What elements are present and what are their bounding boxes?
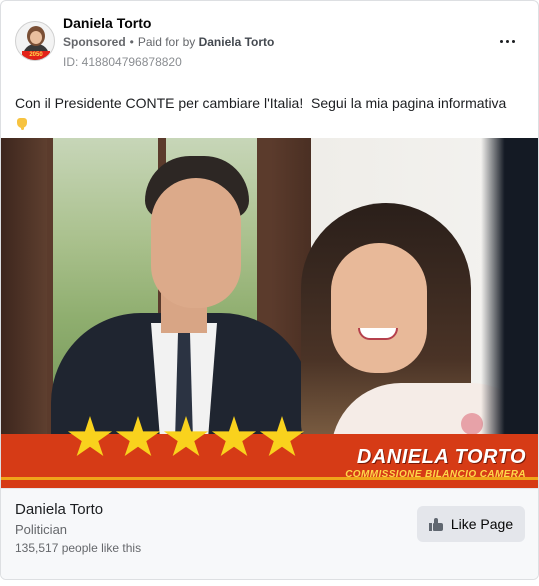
- sponsored-meta: Sponsored • Paid for by Daniela Torto: [63, 35, 274, 49]
- page-avatar[interactable]: 2050: [15, 21, 55, 61]
- star-icon: [163, 416, 209, 457]
- like-page-button[interactable]: Like Page: [417, 506, 525, 542]
- footer-page-name[interactable]: Daniela Torto: [15, 501, 103, 518]
- page-footer: Daniela Torto Politician 135,517 people …: [1, 488, 538, 579]
- thumbs-up-icon: [428, 517, 443, 531]
- paid-for-by-name: Daniela Torto: [198, 35, 275, 49]
- paid-for-by-prefix: Paid for by: [137, 35, 196, 49]
- woman-face: [331, 243, 427, 373]
- pointing-down-emoji: [15, 116, 29, 130]
- woman-smile: [358, 328, 398, 340]
- banner-subtitle: COMMISSIONE BILANCIO CAMERA: [345, 469, 526, 480]
- avatar-face: [30, 31, 42, 44]
- post-text: Con il Presidente CONTE per cambiare l'I…: [15, 93, 527, 133]
- ad-image[interactable]: DANIELA TORTO COMMISSIONE BILANCIO CAMER…: [1, 138, 538, 488]
- avatar-badge: 2050: [22, 51, 50, 60]
- footer-category: Politician: [15, 522, 68, 537]
- star-icon: [211, 416, 257, 457]
- star-icon: [115, 416, 161, 457]
- star-icon: [259, 416, 305, 457]
- ad-id: ID: 418804796878820: [63, 55, 182, 69]
- footer-likes-count: 135,517 people like this: [15, 541, 142, 555]
- star-icon: [67, 416, 113, 457]
- meta-separator: •: [129, 35, 134, 49]
- post-text-content: Con il Presidente CONTE per cambiare l'I…: [15, 95, 507, 111]
- like-page-label: Like Page: [450, 516, 514, 532]
- rating-stars: [67, 416, 317, 462]
- man-face: [151, 178, 241, 308]
- ad-header: 2050 Daniela Torto Sponsored • Paid for by…: [1, 1, 538, 81]
- sponsored-label: Sponsored: [63, 35, 126, 49]
- page-name-link[interactable]: Daniela Torto: [63, 15, 151, 31]
- ad-card: 2050 Daniela Torto Sponsored • Paid for by…: [0, 0, 539, 580]
- banner-name: DANIELA TORTO: [356, 446, 526, 468]
- more-options-icon[interactable]: [496, 31, 520, 51]
